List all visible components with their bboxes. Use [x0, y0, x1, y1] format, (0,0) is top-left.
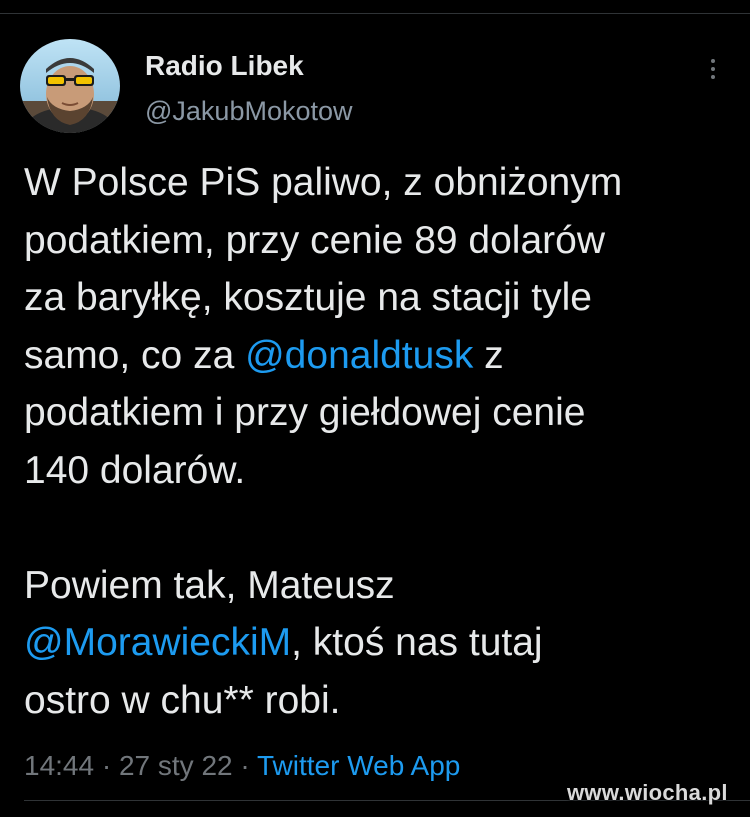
mention-link[interactable]: @MorawieckiM	[24, 621, 291, 664]
tweet-text-segment: 140 dolarów.	[24, 448, 246, 492]
tweet-line: samo, co za @donaldtusk z	[24, 327, 740, 385]
avatar[interactable]	[20, 39, 120, 133]
tweet-line: 140 dolarów.	[24, 442, 740, 500]
tweet-paragraph: Powiem tak, Mateusz @MorawieckiM, ktoś na…	[24, 557, 740, 730]
tweet-line: Powiem tak, Mateusz	[24, 557, 740, 615]
tweet-paragraph: W Polsce PiS paliwo, z obniżonym podatkie…	[24, 154, 740, 499]
tweet-line: ostro w chu** robi.	[24, 672, 740, 730]
tweet-time[interactable]: 14:44	[24, 750, 94, 781]
tweet-meta: 14:44 · 27 sty 22 · Twitter Web App	[24, 746, 460, 786]
tweet-text-segment: podatkiem i przy giełdowej cenie	[24, 391, 586, 434]
vertical-dots-icon	[711, 75, 715, 79]
profile-photo-icon	[20, 39, 120, 133]
author-display-name[interactable]: Radio Libek	[145, 50, 304, 82]
author-handle[interactable]: @JakubMokotow	[145, 95, 353, 127]
tweet-text: W Polsce PiS paliwo, z obniżonym podatkie…	[24, 154, 740, 729]
tweet-line: podatkiem, przy cenie 89 dolarów	[24, 212, 740, 270]
tweet-text-segment: samo, co za	[24, 333, 246, 377]
meta-separator: ·	[232, 750, 257, 781]
tweet-text-segment: za baryłkę, kosztuje na stacji tyle	[24, 276, 592, 319]
vertical-dots-icon	[711, 67, 715, 71]
tweet-text-segment: podatkiem, przy cenie 89 dolarów	[24, 218, 605, 262]
meta-separator: ·	[94, 750, 119, 781]
tweet-line: za baryłkę, kosztuje na stacji tyle	[24, 269, 740, 327]
tweet-line: podatkiem i przy giełdowej cenie	[24, 384, 740, 442]
tweet-text-segment: z	[473, 333, 504, 377]
tweet-text-segment: W Polsce PiS paliwo, z obniżonym	[24, 161, 623, 204]
tweet-text-segment: Powiem tak, Mateusz	[24, 563, 395, 607]
more-options-button[interactable]	[700, 54, 726, 84]
tweet-line: @MorawieckiM, ktoś nas tutaj	[24, 614, 740, 672]
tweet-line: W Polsce PiS paliwo, z obniżonym	[24, 154, 740, 212]
tweet-text-segment: , ktoś nas tutaj	[291, 621, 543, 664]
vertical-dots-icon	[711, 59, 715, 63]
tweet-source[interactable]: Twitter Web App	[257, 750, 460, 781]
top-divider	[0, 13, 750, 14]
watermark: www.wiocha.pl	[567, 780, 728, 805]
tweet: Radio Libek @JakubMokotow W Polsce PiS p…	[0, 0, 750, 817]
tweet-date[interactable]: 27 sty 22	[119, 750, 233, 781]
mention-link[interactable]: @donaldtusk	[245, 334, 473, 377]
tweet-text-segment: ostro w chu** robi.	[24, 678, 341, 722]
